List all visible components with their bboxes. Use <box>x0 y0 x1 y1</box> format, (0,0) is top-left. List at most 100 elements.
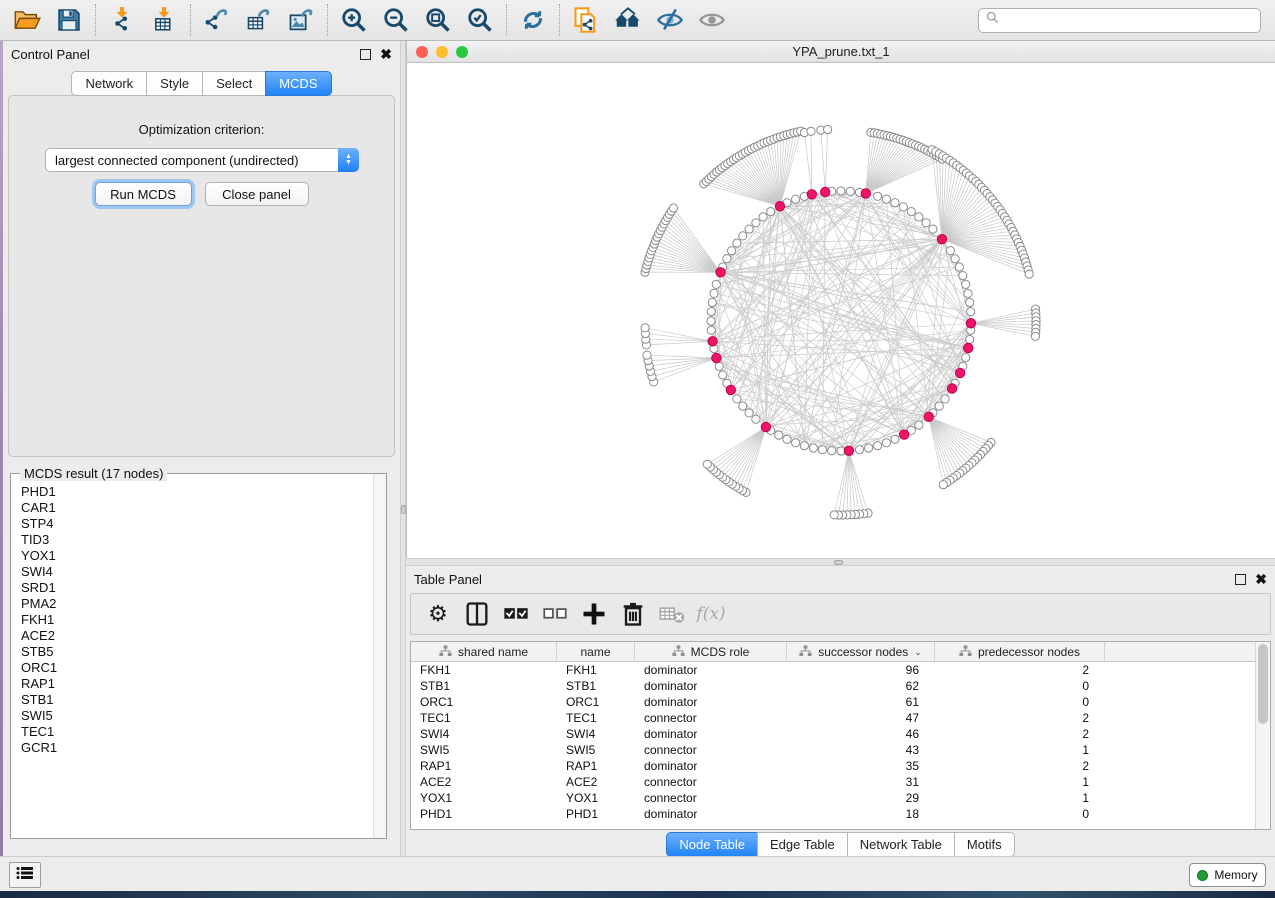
network-node[interactable] <box>941 395 949 403</box>
table-mode-gear-icon[interactable]: ⚙ <box>423 599 453 629</box>
select-all-icon[interactable] <box>501 599 531 629</box>
mcds-result-item[interactable]: TID3 <box>21 532 370 548</box>
mcds-hub-node[interactable] <box>708 337 717 346</box>
open-file-icon[interactable] <box>6 3 48 37</box>
network-node[interactable] <box>745 409 753 417</box>
network-node[interactable] <box>809 444 817 452</box>
tab-network[interactable]: Network <box>71 71 147 96</box>
network-node[interactable] <box>715 362 723 370</box>
mcds-hub-node[interactable] <box>924 412 933 421</box>
mcds-result-item[interactable]: PMA2 <box>21 596 370 612</box>
table-row[interactable]: TEC1TEC1connector472 <box>411 710 1255 726</box>
network-node[interactable] <box>891 199 899 207</box>
network-node[interactable] <box>962 354 970 362</box>
network-node[interactable] <box>846 187 854 195</box>
network-node[interactable] <box>1031 332 1039 340</box>
mcds-hub-node[interactable] <box>861 189 870 198</box>
mcds-result-item[interactable]: SWI5 <box>21 708 370 724</box>
network-node[interactable] <box>874 192 882 200</box>
result-scrollbar[interactable] <box>373 474 386 838</box>
network-node[interactable] <box>929 225 937 233</box>
tab-select[interactable]: Select <box>202 71 266 96</box>
network-node[interactable] <box>710 289 718 297</box>
network-node[interactable] <box>959 272 967 280</box>
network-node[interactable] <box>752 219 760 227</box>
deselect-all-icon[interactable] <box>540 599 570 629</box>
network-node[interactable] <box>828 447 836 455</box>
network-node[interactable] <box>955 263 963 271</box>
export-table-icon[interactable] <box>238 3 280 37</box>
network-node[interactable] <box>707 317 715 325</box>
mcds-result-item[interactable]: GCR1 <box>21 740 370 756</box>
hide-selected-icon[interactable] <box>649 3 691 37</box>
network-node[interactable] <box>733 239 741 247</box>
zoom-fit-icon[interactable] <box>417 3 459 37</box>
network-node[interactable] <box>874 442 882 450</box>
column-header-name[interactable]: name <box>557 642 635 662</box>
table-row[interactable]: STB1STB1dominator620 <box>411 678 1255 694</box>
task-history-button[interactable] <box>9 862 41 888</box>
zoom-in-icon[interactable] <box>333 3 375 37</box>
table-row[interactable]: ORC1ORC1dominator610 <box>411 694 1255 710</box>
mcds-result-item[interactable]: SRD1 <box>21 580 370 596</box>
network-node[interactable] <box>752 415 760 423</box>
tab-motifs[interactable]: Motifs <box>954 832 1015 857</box>
network-node[interactable] <box>830 511 838 519</box>
export-network-icon[interactable] <box>196 3 238 37</box>
network-node[interactable] <box>855 446 863 454</box>
mcds-result-item[interactable]: RAP1 <box>21 676 370 692</box>
mcds-result-item[interactable]: STP4 <box>21 516 370 532</box>
first-neighbors-icon[interactable] <box>607 3 649 37</box>
network-node[interactable] <box>922 219 930 227</box>
mcds-result-item[interactable]: SWI4 <box>21 564 370 580</box>
mcds-hub-node[interactable] <box>775 202 784 211</box>
network-node[interactable] <box>767 208 775 216</box>
network-node[interactable] <box>907 208 915 216</box>
mcds-hub-node[interactable] <box>716 268 725 277</box>
network-node[interactable] <box>745 225 753 233</box>
mcds-hub-node[interactable] <box>900 430 909 439</box>
network-node[interactable] <box>966 335 974 343</box>
memory-button[interactable]: Memory <box>1189 863 1266 887</box>
mcds-hub-node[interactable] <box>964 343 973 352</box>
save-session-icon[interactable] <box>48 3 90 37</box>
network-node[interactable] <box>962 280 970 288</box>
network-node[interactable] <box>739 232 747 240</box>
network-node[interactable] <box>882 439 890 447</box>
tab-style[interactable]: Style <box>146 71 203 96</box>
network-node[interactable] <box>643 351 651 359</box>
network-node[interactable] <box>967 308 975 316</box>
mcds-result-item[interactable]: ORC1 <box>21 660 370 676</box>
network-node[interactable] <box>719 371 727 379</box>
network-window-titlebar[interactable]: YPA_prune.txt_1 <box>407 41 1275 63</box>
network-node[interactable] <box>707 326 715 334</box>
mcds-hub-node[interactable] <box>937 235 946 244</box>
column-header-shared-name[interactable]: shared name <box>411 642 557 662</box>
network-node[interactable] <box>759 213 767 221</box>
network-node[interactable] <box>641 324 649 332</box>
table-row[interactable]: SWI4SWI4dominator462 <box>411 726 1255 742</box>
tab-mcds[interactable]: MCDS <box>265 71 331 96</box>
table-row[interactable]: RAP1RAP1dominator352 <box>411 758 1255 774</box>
close-panel-icon[interactable]: ✖ <box>380 49 392 60</box>
network-node[interactable] <box>739 402 747 410</box>
horizontal-splitter[interactable] <box>406 558 1275 566</box>
mcds-hub-node[interactable] <box>955 368 964 377</box>
network-node[interactable] <box>946 247 954 255</box>
network-node[interactable] <box>939 481 947 489</box>
table-scrollbar[interactable] <box>1255 642 1270 829</box>
refresh-layout-icon[interactable] <box>512 3 554 37</box>
clone-network-icon[interactable] <box>565 3 607 37</box>
mcds-result-item[interactable]: ACE2 <box>21 628 370 644</box>
network-node[interactable] <box>1025 270 1033 278</box>
mcds-result-item[interactable]: STB1 <box>21 692 370 708</box>
network-node[interactable] <box>800 442 808 450</box>
search-input[interactable] <box>1000 10 1260 30</box>
mcds-hub-node[interactable] <box>726 385 735 394</box>
mcds-hub-node[interactable] <box>844 446 853 455</box>
network-node[interactable] <box>899 203 907 211</box>
network-node[interactable] <box>807 127 815 135</box>
mcds-result-item[interactable]: YOX1 <box>21 548 370 564</box>
mcds-result-item[interactable]: FKH1 <box>21 612 370 628</box>
network-node[interactable] <box>728 247 736 255</box>
